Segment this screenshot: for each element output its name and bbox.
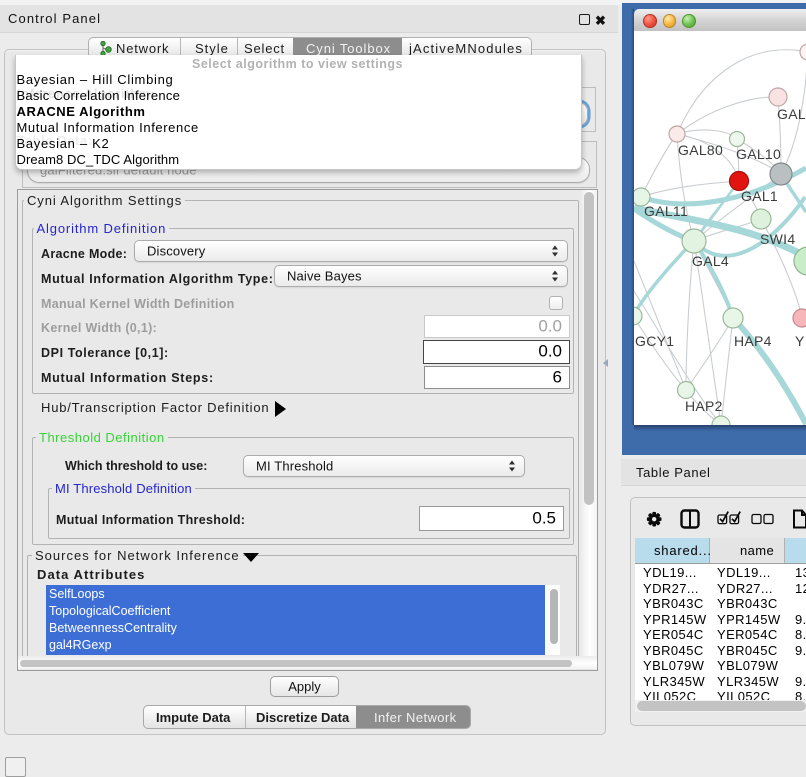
svg-text:HAP2: HAP2 <box>685 398 723 414</box>
svg-text:SWI4: SWI4 <box>760 231 795 247</box>
svg-text:GAL80: GAL80 <box>678 142 723 158</box>
svg-text:GAL2: GAL2 <box>777 106 806 122</box>
svg-text:GAL11: GAL11 <box>644 203 688 219</box>
svg-text:GCY1: GCY1 <box>635 333 674 349</box>
svg-text:GAL1: GAL1 <box>741 188 778 204</box>
svg-text:GAL4: GAL4 <box>692 253 729 269</box>
svg-text:HAP4: HAP4 <box>734 333 772 349</box>
svg-text:Y: Y <box>795 333 805 349</box>
svg-text:GAL10: GAL10 <box>736 146 781 162</box>
